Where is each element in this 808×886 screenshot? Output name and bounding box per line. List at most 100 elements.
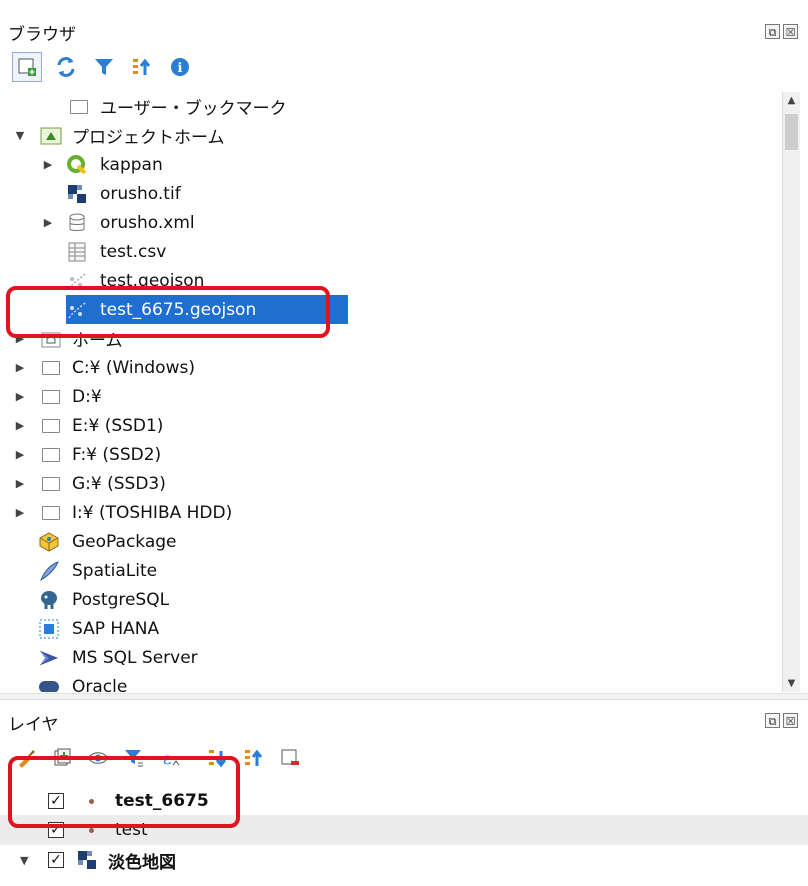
add-layer-icon [18, 58, 36, 76]
expand-arrow[interactable]: ▶ [13, 506, 27, 519]
tree-item-label: I:¥ (TOSHIBA HDD) [72, 502, 233, 523]
float-panel-button[interactable]: ⧉ [765, 24, 780, 39]
scroll-up-button[interactable]: ▲ [783, 92, 800, 109]
tree-item-label: G:¥ (SSD3) [72, 473, 166, 494]
browser-dock-buttons: ⧉ ☒ [765, 24, 798, 39]
tree-item-label: D:¥ [72, 386, 102, 407]
tree-item-oracle[interactable]: Oracle [8, 672, 772, 692]
tree-item-user-bookmarks[interactable]: ユーザー・ブックマーク [8, 92, 772, 121]
expand-arrow[interactable]: ▶ [13, 448, 27, 461]
layers-dock-buttons: ⧉ ☒ [765, 713, 798, 728]
spatialite-icon [38, 560, 60, 582]
tree-item-drive-c[interactable]: ▶ C:¥ (Windows) [8, 353, 772, 382]
folder-icon [40, 415, 62, 437]
annotation-highlight-browser [6, 286, 330, 338]
tree-item-drive-d[interactable]: ▶ D:¥ [8, 382, 772, 411]
raster-icon [66, 183, 88, 205]
remove-layer-button[interactable] [276, 744, 304, 772]
expand-arrow[interactable]: ▼ [20, 854, 28, 867]
folder-icon [40, 473, 62, 495]
scroll-down-button[interactable]: ▼ [783, 675, 800, 692]
tree-item-label: MS SQL Server [72, 647, 198, 668]
tree-item-drive-f[interactable]: ▶ F:¥ (SSD2) [8, 440, 772, 469]
collapse-all-icon [245, 749, 263, 766]
tree-item-geopackage[interactable]: GeoPackage [8, 527, 772, 556]
tree-item-label: SAP HANA [72, 618, 160, 639]
layer-label: 淡色地図 [108, 852, 176, 873]
browser-scrollbar[interactable]: ▲ ▼ [782, 92, 800, 692]
refresh-button[interactable] [52, 53, 80, 81]
browser-panel-title: ブラウザ [8, 25, 76, 45]
tree-item-label: GeoPackage [72, 531, 177, 552]
tree-item-label: kappan [100, 154, 163, 175]
folder-icon [68, 96, 90, 118]
tree-item-label: C:¥ (Windows) [72, 357, 195, 378]
point-symbol-icon [89, 827, 94, 833]
expand-arrow[interactable]: ▶ [13, 419, 27, 432]
tree-item-label: E:¥ (SSD1) [72, 415, 164, 436]
tree-item-drive-g[interactable]: ▶ G:¥ (SSD3) [8, 469, 772, 498]
sap-hana-icon [38, 618, 60, 640]
tree-item-drive-e[interactable]: ▶ E:¥ (SSD1) [8, 411, 772, 440]
table-icon [66, 241, 88, 263]
expand-arrow[interactable]: ▶ [13, 477, 27, 490]
properties-button[interactable]: i [166, 53, 194, 81]
tree-item-spatialite[interactable]: SpatiaLite [8, 556, 772, 585]
collapse-all-button[interactable] [128, 53, 156, 81]
refresh-icon [57, 57, 75, 77]
remove-layer-icon [281, 749, 299, 765]
tree-item-label: Oracle [72, 676, 128, 693]
postgresql-icon [38, 589, 60, 611]
tree-item-project-home[interactable]: ▼ プロジェクトホーム [8, 121, 772, 150]
browser-toolbar: i [12, 52, 194, 82]
tree-item-orusho-xml[interactable]: ▶ orusho.xml [8, 208, 772, 237]
svg-text:i: i [178, 61, 183, 76]
tree-item-label: SpatiaLite [72, 560, 158, 581]
expand-arrow[interactable]: ▶ [41, 158, 55, 171]
tree-item-orusho-tif[interactable]: orusho.tif [8, 179, 772, 208]
tree-item-label: test.csv [100, 241, 167, 262]
expand-arrow[interactable]: ▶ [13, 390, 27, 403]
tree-item-postgresql[interactable]: PostgreSQL [8, 585, 772, 614]
tree-item-mssql[interactable]: MS SQL Server [8, 643, 772, 672]
oracle-icon [38, 676, 60, 692]
collapse-all-button[interactable] [240, 744, 268, 772]
layers-panel-title: レイヤ [8, 715, 59, 735]
tree-item-label: PostgreSQL [72, 589, 170, 610]
tree-item-drive-i[interactable]: ▶ I:¥ (TOSHIBA HDD) [8, 498, 772, 527]
filter-icon [95, 59, 113, 75]
folder-icon [40, 357, 62, 379]
tree-item-label: orusho.tif [100, 183, 181, 204]
collapse-all-icon [133, 58, 151, 75]
add-layer-button[interactable] [12, 52, 42, 82]
geopackage-icon [38, 531, 60, 553]
expand-arrow[interactable]: ▶ [13, 361, 27, 374]
expand-arrow[interactable]: ▼ [13, 129, 27, 142]
qgis-icon [66, 154, 88, 176]
annotation-highlight-layer [8, 756, 240, 828]
scroll-thumb[interactable] [785, 114, 798, 150]
tree-item-label: プロジェクトホーム [72, 128, 225, 148]
layer-visibility-checkbox[interactable]: ✓ [48, 852, 64, 868]
tree-item-label: F:¥ (SSD2) [72, 444, 162, 465]
float-panel-button[interactable]: ⧉ [765, 713, 780, 728]
panel-splitter[interactable] [0, 693, 808, 700]
tree-item-sap-hana[interactable]: SAP HANA [8, 614, 772, 643]
tree-item-kappan[interactable]: ▶ kappan [8, 150, 772, 179]
close-panel-button[interactable]: ☒ [783, 24, 798, 39]
filter-button[interactable] [90, 53, 118, 81]
folder-icon [40, 444, 62, 466]
raster-icon [78, 851, 96, 869]
browser-tree[interactable]: ユーザー・ブックマーク ▼ プロジェクトホーム ▶ kappan orusho.… [8, 92, 772, 692]
folder-icon [40, 386, 62, 408]
tree-item-label: orusho.xml [100, 212, 195, 233]
expand-arrow[interactable]: ▶ [41, 216, 55, 229]
close-panel-button[interactable]: ☒ [783, 713, 798, 728]
layer-item-tanshoku-chizu[interactable]: ▼ ✓ 淡色地図 [0, 845, 808, 875]
info-icon: i [171, 58, 189, 76]
tree-item-test-csv[interactable]: test.csv [8, 237, 772, 266]
project-home-icon [40, 125, 62, 147]
tree-item-label: ユーザー・ブックマーク [100, 99, 287, 119]
mssql-icon [38, 647, 60, 669]
folder-icon [40, 502, 62, 524]
